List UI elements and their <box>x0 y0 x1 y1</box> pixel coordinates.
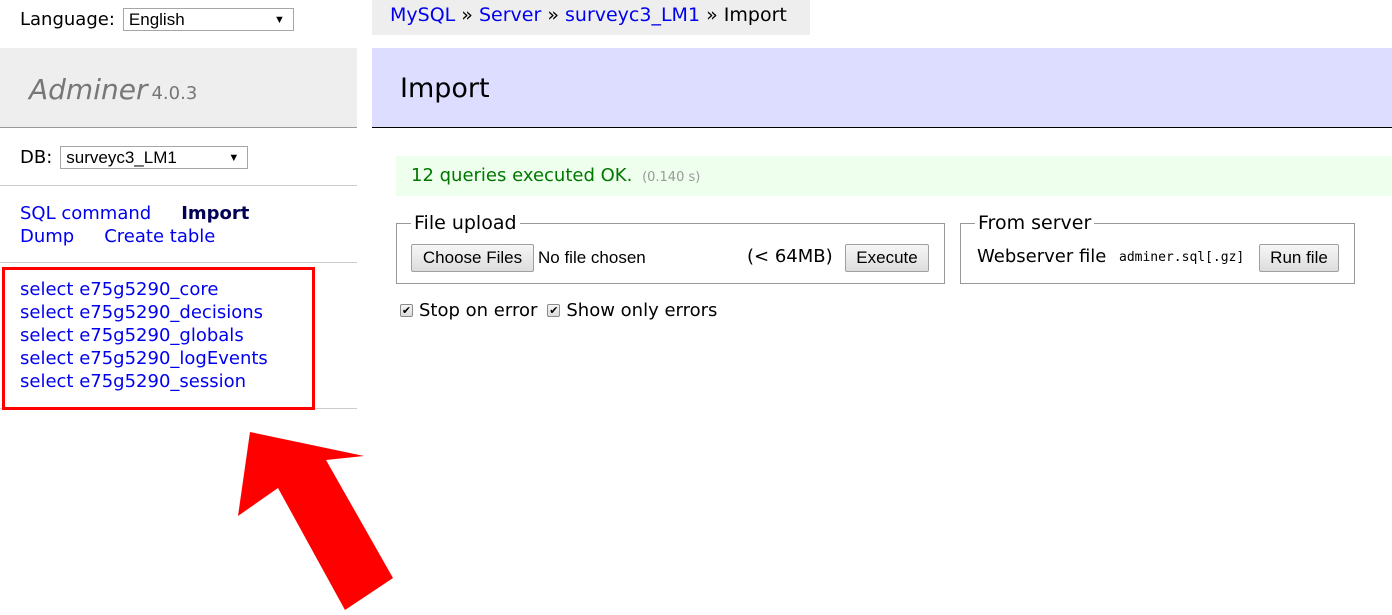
import-link[interactable]: Import <box>181 203 249 224</box>
dump-link[interactable]: Dump <box>20 226 74 247</box>
dropdown-arrow-icon: ▼ <box>228 151 240 164</box>
page-title: Import <box>400 73 490 104</box>
language-select-value: English <box>128 9 185 29</box>
execute-button[interactable]: Execute <box>845 244 929 272</box>
brand-logo-link[interactable]: Adminer 4.0.3 <box>29 73 197 106</box>
run-file-button[interactable]: Run file <box>1259 244 1339 272</box>
language-select[interactable]: English ▼ <box>122 8 294 31</box>
success-message-text: 12 queries executed OK. <box>411 165 633 186</box>
language-row: Language: English ▼ <box>20 8 294 31</box>
choose-files-button[interactable]: Choose Files <box>411 244 534 272</box>
breadcrumb-separator: » <box>706 4 718 26</box>
brand-header: Adminer 4.0.3 <box>0 48 357 128</box>
breadcrumb-database[interactable]: surveyc3_LM1 <box>565 4 700 26</box>
breadcrumb-separator: » <box>461 4 473 26</box>
sql-command-link[interactable]: SQL command <box>20 203 151 224</box>
from-server-fieldset: From server Webserver file adminer.sql[.… <box>960 211 1355 284</box>
db-label: DB: <box>20 147 53 168</box>
brand-version: 4.0.3 <box>151 83 198 104</box>
annotation-arrow-icon <box>238 432 393 610</box>
brand-name: Adminer <box>29 73 148 106</box>
dropdown-arrow-icon: ▼ <box>274 13 285 26</box>
import-options: ✔ Stop on error ✔ Show only errors <box>400 300 727 321</box>
show-only-errors-checkbox[interactable]: ✔ <box>547 304 561 317</box>
no-file-chosen-text: No file chosen <box>538 248 646 267</box>
page-header: Import <box>372 48 1392 128</box>
success-message: 12 queries executed OK. (0.140 s) <box>396 156 1392 196</box>
upload-size-limit: (< 64MB) <box>747 246 833 267</box>
webserver-filename: adminer.sql[.gz] <box>1119 250 1245 265</box>
divider <box>0 185 357 186</box>
breadcrumb-mysql[interactable]: MySQL <box>390 4 455 26</box>
annotation-highlight-box <box>2 267 315 410</box>
stop-on-error-label: Stop on error <box>419 300 538 321</box>
database-select[interactable]: surveyc3_LM1 ▼ <box>60 146 249 169</box>
show-only-errors-option[interactable]: ✔ Show only errors <box>547 300 717 321</box>
menu-links: SQL command Import Dump Create table <box>20 202 249 248</box>
breadcrumb-current: Import <box>723 4 787 26</box>
database-select-value: surveyc3_LM1 <box>66 147 177 167</box>
stop-on-error-option[interactable]: ✔ Stop on error <box>400 300 537 321</box>
breadcrumb-server[interactable]: Server <box>479 4 541 26</box>
breadcrumb-separator: » <box>547 4 559 26</box>
breadcrumb: MySQL » Server » surveyc3_LM1 » Import <box>372 0 810 35</box>
file-upload-fieldset: File upload Choose Files No file chosen … <box>396 211 945 284</box>
create-table-link[interactable]: Create table <box>104 226 215 247</box>
show-only-errors-label: Show only errors <box>566 300 718 321</box>
webserver-file-label: Webserver file <box>977 246 1107 267</box>
file-upload-legend: File upload <box>411 211 520 235</box>
divider <box>0 262 357 263</box>
execution-time: (0.140 s) <box>642 170 701 185</box>
from-server-legend: From server <box>975 211 1095 235</box>
database-row: DB: surveyc3_LM1 ▼ <box>20 146 249 169</box>
stop-on-error-checkbox[interactable]: ✔ <box>400 304 413 317</box>
language-label: Language: <box>20 9 115 30</box>
